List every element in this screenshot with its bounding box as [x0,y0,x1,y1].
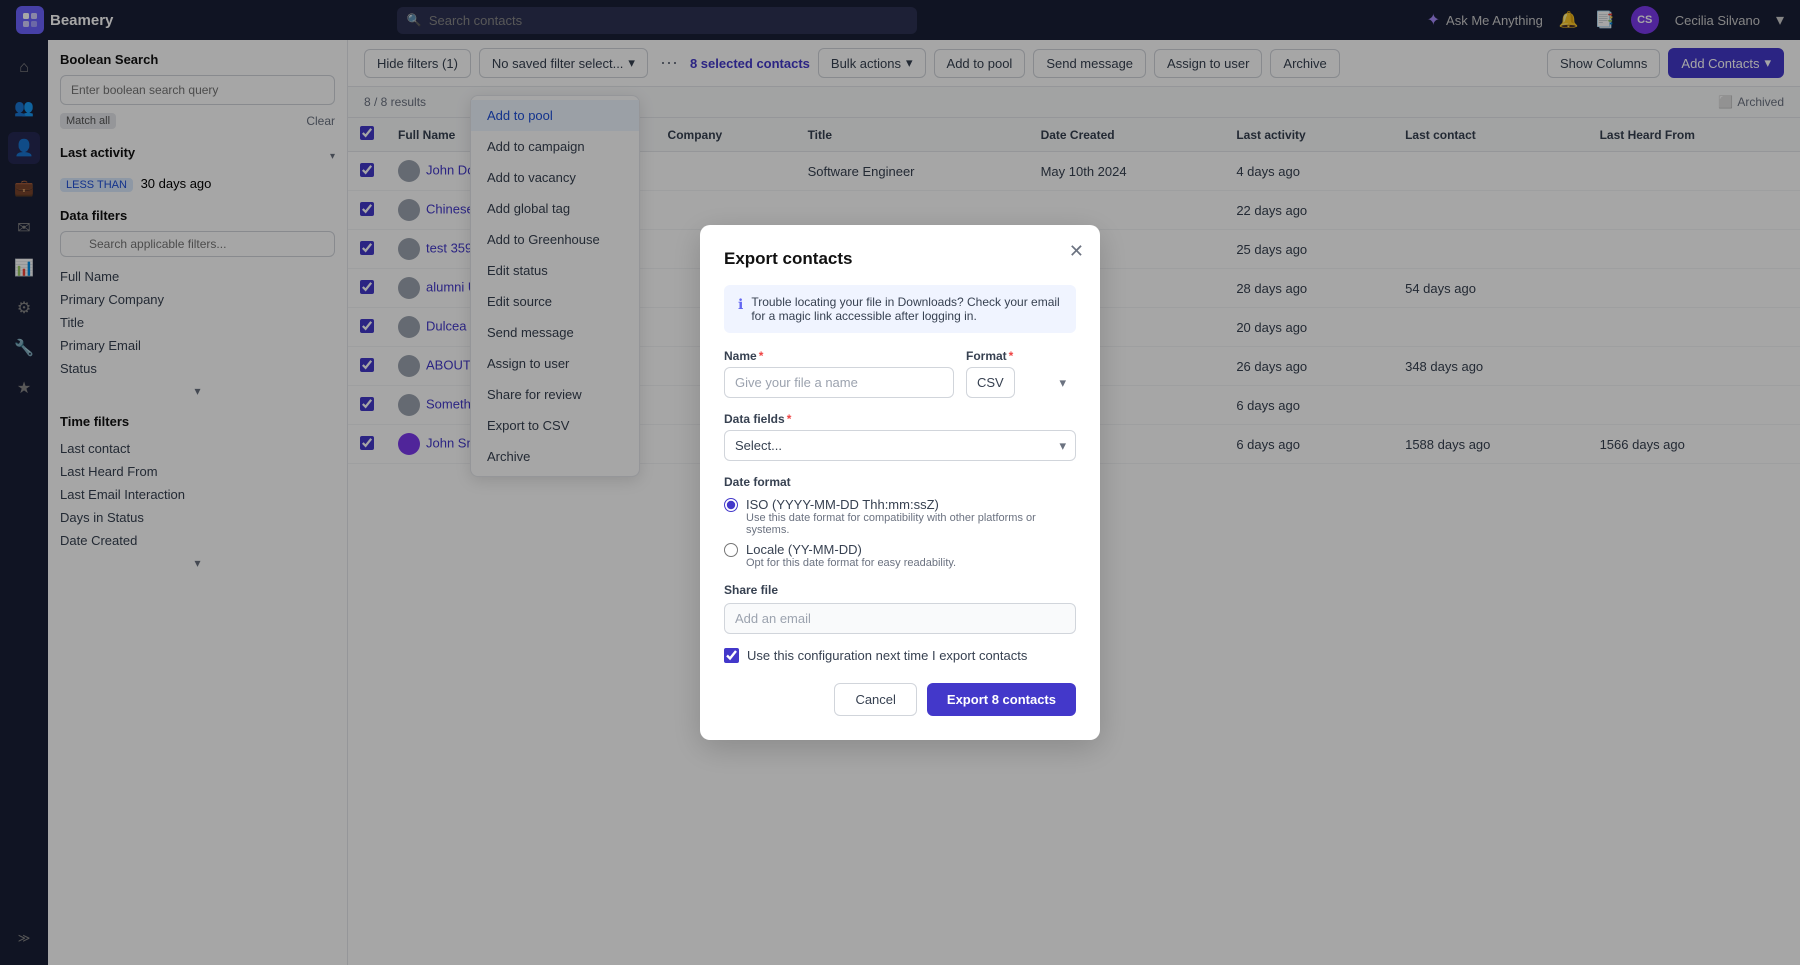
modal-title: Export contacts [724,249,1076,269]
use-config-checkbox[interactable] [724,648,739,663]
format-select-wrap: CSV [966,367,1076,398]
radio-iso-option: ISO (YYYY-MM-DD Thh:mm:ssZ) Use this dat… [724,497,1076,536]
modal-overlay: Export contacts ✕ ℹ Trouble locating you… [0,0,1800,965]
radio-locale-option: Locale (YY-MM-DD) Opt for this date form… [724,542,1076,569]
date-format-section: Date format ISO (YYYY-MM-DD Thh:mm:ssZ) … [724,475,1076,569]
file-name-input[interactable] [724,367,954,398]
radio-iso-desc: Use this date format for compatibility w… [746,512,1076,536]
date-format-title: Date format [724,475,1076,489]
modal-close-button[interactable]: ✕ [1069,241,1084,262]
info-banner: ℹ Trouble locating your file in Download… [724,285,1076,333]
format-label: Format* [966,349,1076,363]
info-text: Trouble locating your file in Downloads?… [751,295,1062,323]
share-email-input[interactable] [724,603,1076,634]
name-label: Name* [724,349,954,363]
name-group: Name* [724,349,954,398]
radio-locale[interactable] [724,543,738,557]
radio-locale-desc: Opt for this date format for easy readab… [746,557,1076,569]
info-icon: ℹ [738,296,743,313]
use-config-label[interactable]: Use this configuration next time I expor… [747,648,1027,663]
export-button[interactable]: Export 8 contacts [927,683,1076,716]
format-group: Format* CSV [966,349,1076,398]
data-fields-select-wrap: Select... [724,430,1076,461]
share-file-label: Share file [724,583,1076,597]
radio-locale-label[interactable]: Locale (YY-MM-DD) [746,542,862,557]
radio-iso-label[interactable]: ISO (YYYY-MM-DD Thh:mm:ssZ) [746,497,939,512]
data-fields-label: Data fields* [724,412,1076,426]
format-select[interactable]: CSV [966,367,1015,398]
data-fields-group: Data fields* Select... [724,412,1076,461]
export-contacts-modal: Export contacts ✕ ℹ Trouble locating you… [700,225,1100,740]
radio-iso-row: ISO (YYYY-MM-DD Thh:mm:ssZ) [724,497,1076,512]
radio-locale-row: Locale (YY-MM-DD) [724,542,1076,557]
modal-footer: Cancel Export 8 contacts [724,683,1076,716]
name-format-row: Name* Format* CSV [724,349,1076,398]
use-config-row: Use this configuration next time I expor… [724,648,1076,663]
radio-iso[interactable] [724,498,738,512]
data-fields-select[interactable]: Select... [724,430,1076,461]
cancel-button[interactable]: Cancel [834,683,916,716]
share-file-section: Share file [724,583,1076,634]
